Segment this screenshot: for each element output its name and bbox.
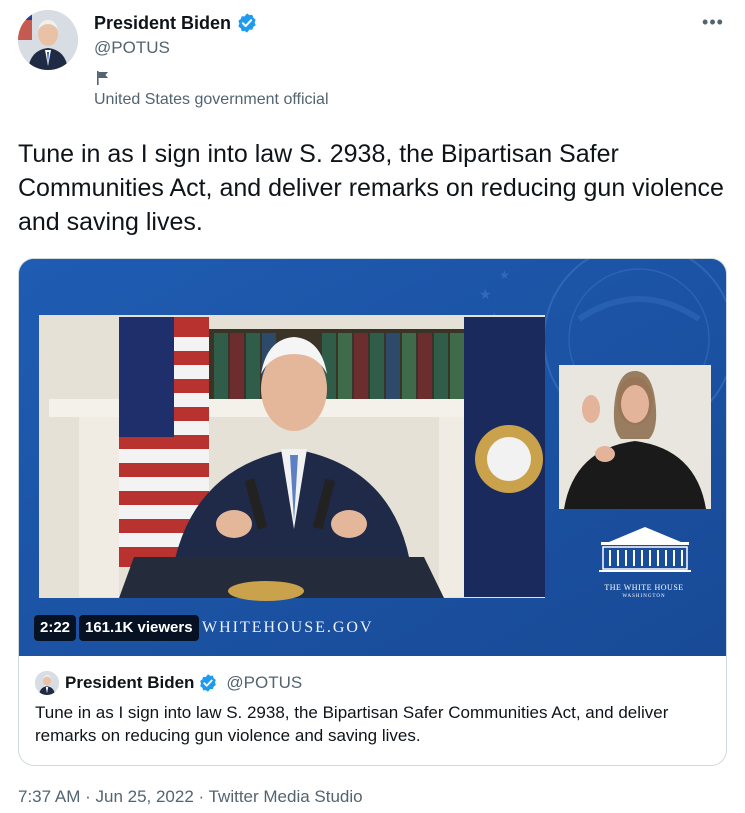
quoted-author-row: President Biden @POTUS [65, 673, 302, 693]
verified-badge-icon [238, 13, 256, 33]
media-card[interactable]: ★ ★ ★ [18, 258, 727, 766]
logo-subtitle: WASHINGTON [622, 594, 666, 599]
svg-text:★: ★ [479, 286, 492, 302]
sign-language-interpreter [559, 365, 711, 509]
avatar[interactable] [18, 10, 78, 70]
tweet-date[interactable]: Jun 25, 2022 [95, 787, 193, 806]
quoted-author-handle: @POTUS [226, 673, 303, 692]
government-flag-icon [97, 71, 108, 85]
verified-badge-icon [200, 674, 217, 692]
author-name-row: President Biden [94, 12, 258, 34]
government-label: United States government official [94, 91, 329, 108]
quoted-tweet-text: Tune in as I sign into law S. 2938, the … [35, 703, 669, 745]
quoted-author-name: President Biden [65, 673, 195, 692]
separator: · [80, 787, 96, 806]
quoted-tweet[interactable]: President Biden @POTUS Tune in as I sign… [19, 656, 726, 765]
viewers-badge: 161.1K viewers [79, 615, 199, 641]
author-handle[interactable]: @POTUS [94, 38, 170, 58]
tweet-header: President Biden @POTUS United States gov… [18, 10, 728, 120]
tweet-time[interactable]: 7:37 AM [18, 787, 80, 806]
duration-badge: 2:22 [34, 615, 77, 641]
tweet-metadata: 7:37 AM · Jun 25, 2022 · Twitter Media S… [18, 787, 363, 807]
speaker-video [39, 315, 545, 601]
video-player[interactable]: ★ ★ ★ [19, 259, 726, 656]
more-dots-icon[interactable]: ••• [698, 13, 728, 36]
logo-title: THE WHITE HOUSE [604, 583, 684, 592]
quoted-avatar [35, 671, 59, 695]
tweet-source[interactable]: Twitter Media Studio [209, 787, 363, 806]
separator: · [193, 787, 209, 806]
author-name[interactable]: President Biden [94, 13, 231, 34]
site-watermark: WHITEHOUSE.GOV [202, 619, 374, 636]
quoted-avatar-photo [35, 671, 59, 695]
svg-text:★: ★ [499, 268, 510, 282]
tweet-text: Tune in as I sign into law S. 2938, the … [18, 140, 724, 236]
avatar-photo [18, 10, 78, 70]
